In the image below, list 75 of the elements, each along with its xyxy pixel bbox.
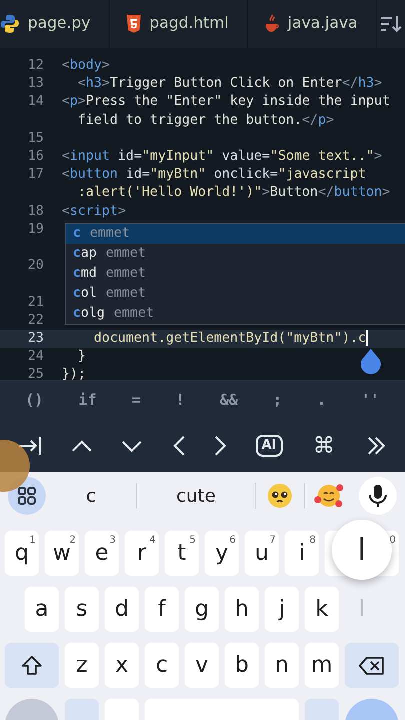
- key[interactable]: k: [305, 587, 339, 632]
- key[interactable]: c: [145, 643, 179, 688]
- key[interactable]: n: [265, 643, 299, 688]
- shift-arrow-icon: [21, 654, 43, 676]
- line-number: 18: [28, 204, 44, 219]
- sort-icon[interactable]: [378, 13, 403, 35]
- suggestion-item[interactable]: c emmet: [66, 224, 405, 244]
- code-line: <h3>Trigger Button Click on Enter</h3>: [77, 76, 382, 92]
- suggestion-item[interactable]: cap emmet: [66, 244, 405, 264]
- symbol-key[interactable]: =: [126, 387, 147, 414]
- python-icon: [0, 14, 20, 34]
- word-suggestion[interactable]: cute: [168, 480, 224, 512]
- backspace-key[interactable]: [345, 643, 399, 688]
- word-suggestion[interactable]: c: [78, 480, 104, 512]
- tab-key-icon[interactable]: [17, 434, 44, 458]
- ai-button[interactable]: AI: [256, 435, 283, 457]
- code-line: <input id="myInput" value="Some text..">: [62, 149, 382, 164]
- code-line: :alert('Hello World!')">Button</button>: [77, 185, 390, 200]
- line-number: 13: [28, 76, 44, 92]
- shift-key[interactable]: [5, 643, 59, 688]
- editor-tab[interactable]: page.py: [0, 0, 110, 48]
- code-line: }: [77, 349, 86, 364]
- backspace-icon: [358, 654, 386, 676]
- pleading-emoji-icon[interactable]: [266, 482, 294, 510]
- line-number: 15: [28, 130, 44, 146]
- microphone-button[interactable]: [359, 477, 397, 515]
- cursor-handle-icon[interactable]: [360, 349, 382, 375]
- key[interactable]: d: [105, 587, 139, 632]
- line-number: 21: [28, 294, 44, 310]
- line-number: 19: [28, 222, 44, 237]
- line-number: 24: [28, 349, 44, 364]
- line-number: 22: [28, 312, 44, 328]
- key[interactable]: h: [225, 587, 259, 632]
- code-line: <body>: [62, 58, 110, 73]
- key[interactable]: g: [185, 587, 219, 632]
- symbol-key[interactable]: &&: [214, 387, 244, 414]
- symbol-key[interactable]: .: [311, 387, 332, 414]
- line-number: 23: [28, 330, 44, 346]
- code-line: <button id="myBtn" onclick="javascript: [62, 167, 366, 182]
- key[interactable]: b: [225, 643, 259, 688]
- key[interactable]: j: [265, 587, 299, 632]
- code-line: <script>: [62, 204, 126, 219]
- line-number: 16: [28, 149, 44, 164]
- text-cursor: [366, 330, 368, 346]
- key[interactable]: a: [25, 587, 59, 632]
- line-number: 25: [28, 367, 44, 380]
- microphone-icon: [368, 484, 388, 508]
- smiling-hearts-emoji-icon[interactable]: [314, 482, 344, 510]
- symbol-key[interactable]: ;: [267, 387, 288, 414]
- key[interactable]: z: [65, 643, 99, 688]
- coffee-cup-icon: [264, 14, 280, 34]
- code-line: document.getElementById("myBtn").c: [93, 330, 366, 346]
- key[interactable]: x: [105, 643, 139, 688]
- key[interactable]: f: [145, 587, 179, 632]
- key[interactable]: v: [185, 643, 219, 688]
- line-number: 17: [28, 167, 44, 182]
- symbol-key[interactable]: '': [355, 387, 386, 414]
- code-line: <p>Press the "Enter" key inside the input: [62, 94, 390, 110]
- code-line: field to trigger the button.</p>: [77, 112, 334, 128]
- suggestion-item[interactable]: col emmet: [66, 284, 405, 304]
- grid-icon: [17, 486, 37, 506]
- key[interactable]: s: [65, 587, 99, 632]
- html5-icon: [126, 15, 142, 33]
- key[interactable]: i 8: [285, 531, 319, 576]
- symbol-key[interactable]: (): [20, 387, 50, 414]
- line-number: 20: [28, 258, 44, 274]
- suggestion-item[interactable]: colg emmet: [66, 304, 405, 324]
- line-number: 14: [28, 94, 44, 110]
- line-number: 12: [28, 58, 44, 73]
- editor-tab[interactable]: pagd.html: [110, 0, 248, 48]
- command-key[interactable]: ⌘: [309, 430, 340, 462]
- symbol-key[interactable]: !: [170, 387, 191, 414]
- key[interactable]: m: [305, 643, 339, 688]
- suggestion-item[interactable]: cmd emmet: [66, 264, 405, 284]
- symbol-key[interactable]: if: [72, 387, 103, 414]
